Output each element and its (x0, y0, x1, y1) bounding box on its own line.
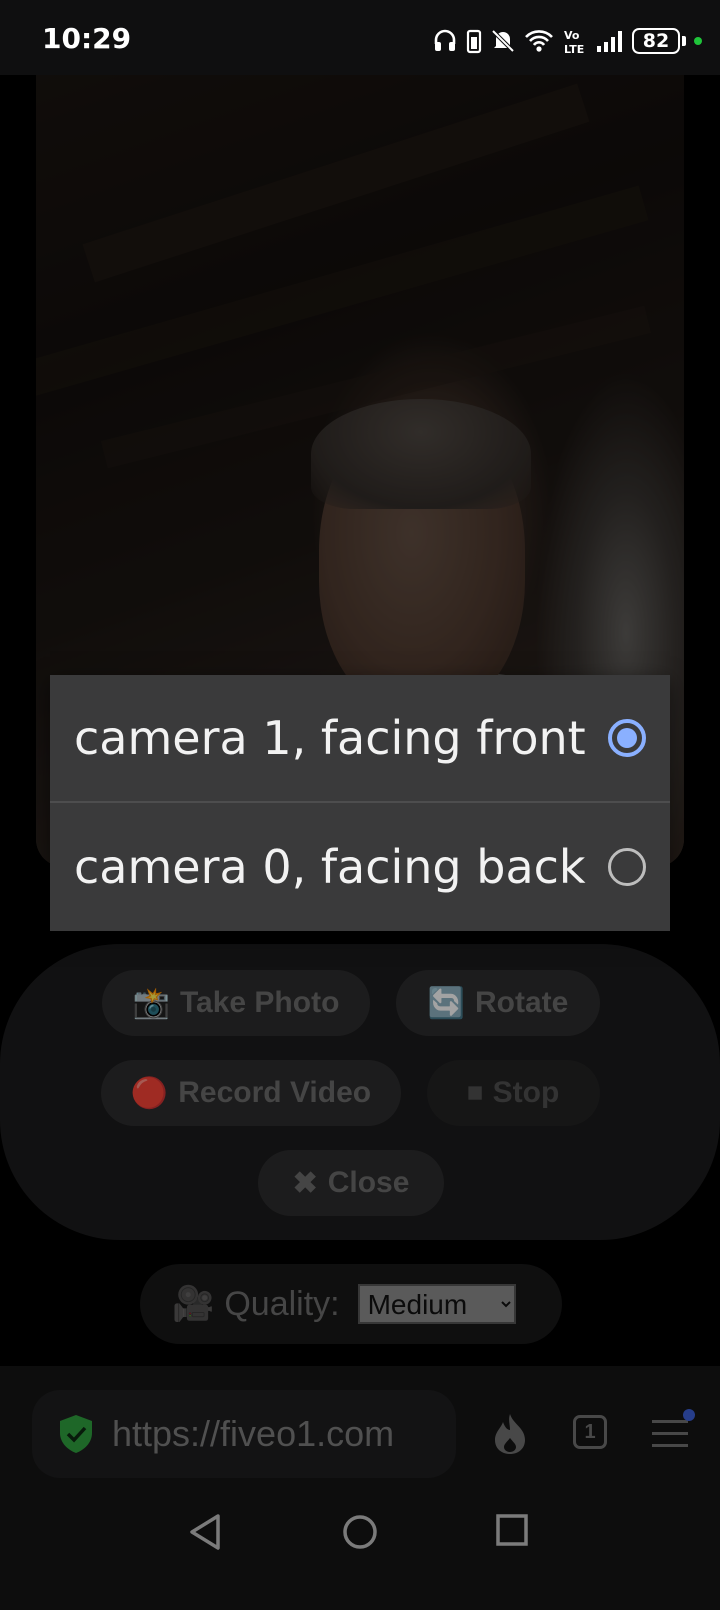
svg-text:Vo: Vo (564, 29, 580, 42)
signal-icon (597, 31, 622, 52)
camera-option-front[interactable]: camera 1, facing front (50, 675, 670, 803)
battery-tip (682, 36, 686, 46)
camera-picker-dialog: camera 1, facing front camera 0, facing … (50, 675, 670, 931)
status-time: 10:29 (42, 22, 132, 55)
camera-option-label: camera 1, facing front (74, 711, 586, 765)
status-icons: Vo LTE 82 (432, 24, 702, 58)
privacy-dot (694, 37, 702, 45)
battery-indicator: 82 (632, 28, 680, 54)
camera-option-back[interactable]: camera 0, facing back (50, 803, 670, 931)
bell-muted-icon (491, 29, 515, 53)
vibrate-battery-icon (466, 29, 482, 54)
camera-option-label: camera 0, facing back (74, 840, 586, 894)
radio-unselected-icon[interactable] (608, 848, 646, 886)
svg-text:LTE: LTE (564, 43, 584, 55)
status-bar: 10:29 Vo LTE 82 (0, 0, 720, 75)
radio-selected-icon[interactable] (608, 719, 646, 757)
volte-icon: VoLTE (564, 29, 584, 55)
headphones-icon (434, 29, 456, 51)
wifi-icon (525, 30, 553, 52)
